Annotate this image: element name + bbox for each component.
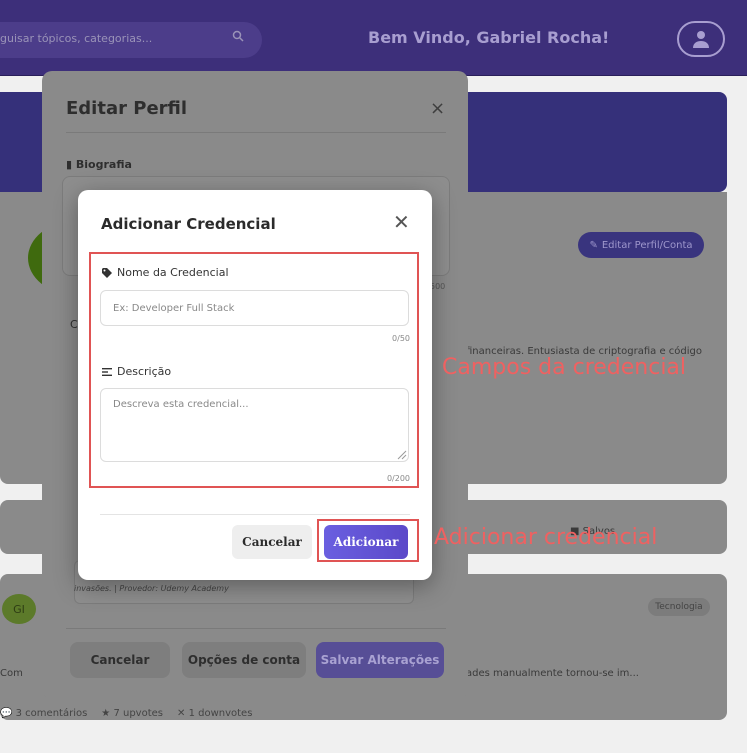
divider [66,628,446,629]
fields-annotation-box [89,252,419,488]
post-author-avatar: GI [2,594,36,624]
user-icon [693,31,709,48]
add-annotation-label: Adicionar credencial [434,525,658,550]
search-icon[interactable] [232,30,252,50]
search-placeholder: guisar tópicos, categorias... [0,32,153,45]
credentials-section-label: C [70,318,78,331]
post-text-start: Com [0,668,23,679]
app-header: guisar tópicos, categorias... Bem Vindo,… [0,0,747,76]
edit-profile-account-button[interactable]: ✎ Editar Perfil/Conta [578,232,704,258]
account-options-button[interactable]: Opções de conta [182,642,306,678]
user-avatar-button[interactable] [677,21,725,57]
upvotes-count[interactable]: ★ 7 upvotes [101,708,163,719]
fields-annotation-label: Campos da credencial [442,355,687,380]
edit-profile-close-icon[interactable]: × [430,98,445,119]
document-icon: ▮ [66,158,73,171]
edit-profile-account-label: Editar Perfil/Conta [601,239,693,251]
post-stats: 💬 3 comentários ★ 7 upvotes ✕ 1 downvote… [0,708,252,719]
biography-label: ▮ Biografia [66,158,132,171]
credential-row-text: invasões. | Provedor: Udemy Academy [74,584,229,593]
edit-profile-title: Editar Perfil [66,98,188,119]
divider [100,514,410,515]
downvotes-count[interactable]: ✕ 1 downvotes [177,708,252,719]
edit-icon: ✎ [589,239,598,251]
comments-count[interactable]: 💬 3 comentários [0,708,87,719]
edit-cancel-button[interactable]: Cancelar [70,642,170,678]
divider [66,132,446,133]
biography-char-count: 500 [430,282,446,291]
add-credential-title: Adicionar Credencial [101,215,276,233]
close-icon[interactable]: ✕ [393,212,410,232]
save-changes-button[interactable]: Salvar Alterações [316,642,444,678]
post-excerpt: ades manualmente tornou-se im... [466,668,639,679]
search-bar[interactable]: guisar tópicos, categorias... [0,22,262,58]
cancel-button[interactable]: Cancelar [232,525,312,559]
add-annotation-box [317,519,419,562]
welcome-message: Bem Vindo, Gabriel Rocha! [368,28,610,47]
post-category-tag[interactable]: Tecnologia [648,598,710,616]
